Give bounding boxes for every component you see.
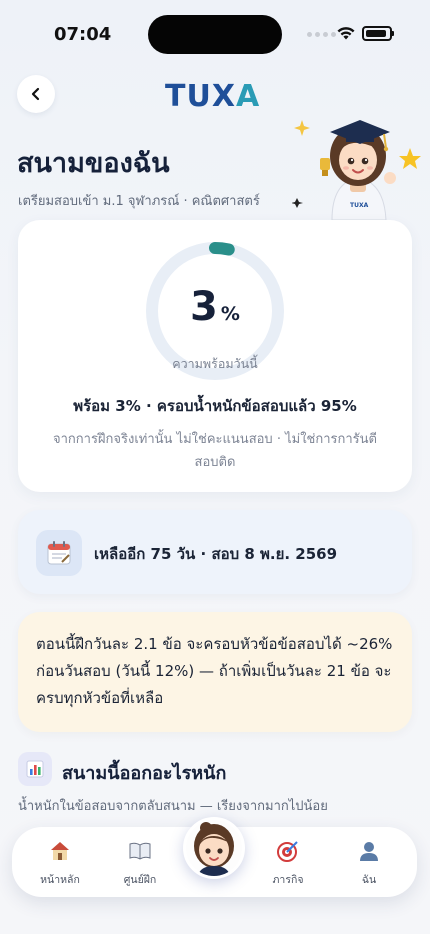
- book-icon: [128, 839, 152, 863]
- readiness-card: 3% ความพร้อมวันนี้ พร้อม 3% · ครอบน้ำหนั…: [18, 220, 412, 492]
- nav-item-practice[interactable]: ศูนย์ฝึก: [108, 827, 172, 897]
- nav-label-home: หน้าหลัก: [40, 874, 80, 886]
- readiness-value: 3%: [144, 284, 286, 330]
- countdown-text: เหลืออีก 75 วัน · สอบ 8 พ.ย. 2569: [94, 545, 338, 563]
- battery-icon: [362, 26, 394, 41]
- nav-item-home[interactable]: หน้าหลัก: [28, 827, 92, 897]
- back-button[interactable]: [17, 75, 55, 113]
- user-icon: [357, 839, 381, 863]
- app-logo: TUXA: [165, 79, 260, 114]
- nav-item-profile[interactable]: ฉัน: [337, 827, 401, 897]
- svg-text:TUXA: TUXA: [350, 202, 369, 209]
- status-bar: 07:04: [0, 0, 430, 66]
- nav-label-practice: ศูนย์ฝึก: [123, 874, 157, 886]
- readiness-gauge: 3% ความพร้อมวันนี้: [144, 240, 286, 382]
- calendar-icon: [36, 530, 82, 576]
- status-time: 07:04: [54, 24, 112, 45]
- avatar: [186, 820, 242, 876]
- signal-icon: [307, 32, 336, 37]
- star-icon: [399, 148, 421, 169]
- section-subtitle: น้ำหนักในข้อสอบจากตลับสนาม — เรียงจากมาก…: [18, 799, 328, 814]
- target-icon: [276, 839, 300, 863]
- nav-label-missions: ภารกิจ: [272, 874, 304, 886]
- readiness-unit: %: [220, 303, 240, 325]
- mascot-avatar-button[interactable]: [183, 817, 245, 879]
- chevron-left-icon: [31, 87, 40, 101]
- readiness-label: ความพร้อมวันนี้: [172, 356, 258, 371]
- sparkle-icon: [294, 120, 310, 136]
- pace-card: ตอนนี้ฝึกวันละ 2.1 ข้อ จะครอบหัวข้อข้อสอ…: [18, 612, 412, 732]
- bottom-nav: หน้าหลัก ศูนย์ฝึก ภารกิจ ฉัน: [12, 817, 417, 897]
- page-subtitle: เตรียมสอบเข้า ม.1 จุฬาภรณ์ · คณิตศาสตร์: [18, 194, 260, 209]
- readiness-disclaimer: จากการฝึกจริงเท่านั้น ไม่ใช่คะแนนสอบ · ไ…: [52, 432, 377, 470]
- section-title: สนามนี้ออกอะไรหนัก: [62, 763, 227, 784]
- mascot-illustration: TUXA: [292, 120, 421, 221]
- pace-message: ตอนนี้ฝึกวันละ 2.1 ข้อ จะครอบหัวข้อข้อสอ…: [36, 635, 393, 707]
- logo-main: TUX: [165, 79, 236, 114]
- readiness-summary: พร้อม 3% · ครอบน้ำหนักข้อสอบแล้ว 95%: [73, 397, 357, 415]
- page-title: สนามของฉัน: [17, 148, 170, 179]
- logo-accent: A: [235, 79, 261, 114]
- bar-chart-icon: [18, 752, 52, 786]
- nav-item-missions[interactable]: ภารกิจ: [256, 827, 320, 897]
- readiness-number: 3: [190, 284, 218, 330]
- nav-label-profile: ฉัน: [361, 874, 377, 886]
- dynamic-island: [148, 15, 282, 54]
- countdown-card: เหลืออีก 75 วัน · สอบ 8 พ.ย. 2569: [18, 510, 412, 594]
- wifi-icon: [337, 27, 355, 40]
- house-icon: [48, 839, 72, 863]
